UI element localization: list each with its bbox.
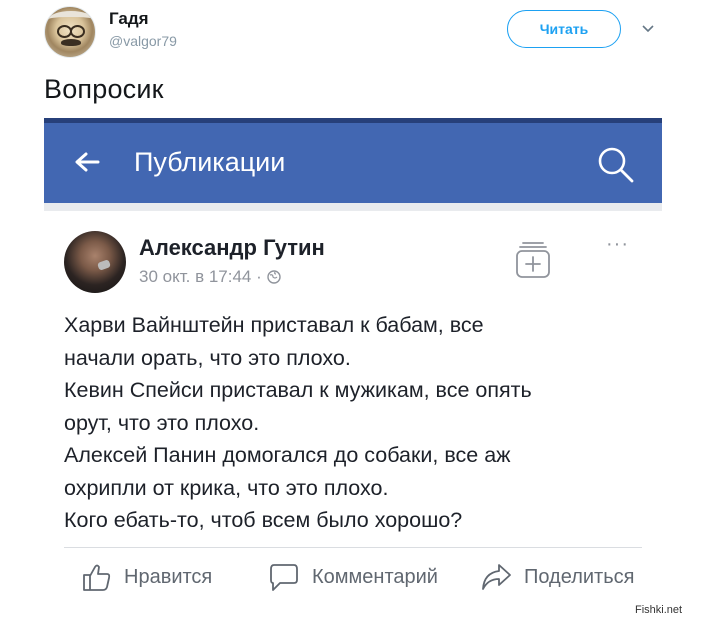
fb-header-title: Публикации: [134, 147, 286, 177]
thumbs-up-icon: [83, 564, 111, 591]
chevron-down-icon[interactable]: [641, 22, 655, 36]
post-line: Харви Вайнштейн приставал к бабам, все: [64, 313, 484, 337]
like-button: Нравится: [80, 561, 212, 593]
comment-icon: [270, 564, 298, 591]
fb-author-avatar: [64, 231, 126, 293]
globe-icon: [267, 270, 281, 284]
post-line: орут, что это плохо.: [64, 410, 260, 435]
avatar-mustache: [61, 39, 81, 46]
share-label: Поделиться: [524, 565, 635, 588]
comment-label: Комментарий: [312, 565, 438, 588]
embedded-screenshot[interactable]: Публикации Александр Гутин 30 окт. в 17:…: [44, 118, 662, 626]
fb-header-bar: Публикации: [44, 123, 662, 203]
avatar-glasses: [57, 25, 85, 38]
user-avatar[interactable]: [44, 6, 96, 58]
more-options-icon: ···: [606, 233, 629, 255]
like-label: Нравится: [124, 565, 213, 588]
divider: [64, 547, 642, 548]
follow-button[interactable]: Читать: [507, 10, 621, 48]
post-line: начали орать, что это плохо.: [64, 345, 351, 370]
watermark: Fishki.net: [635, 604, 683, 616]
save-post-icon: [516, 242, 550, 278]
post-line: Алексей Панин домогался до собаки, все а…: [64, 443, 511, 467]
author-name[interactable]: Гадя: [109, 9, 149, 29]
fb-post-meta: 30 окт. в 17:44 ·: [139, 267, 281, 287]
author-handle[interactable]: @valgor79: [109, 33, 177, 49]
post-line: Кого ебать-то, чтоб всем было хорошо?: [64, 508, 463, 532]
back-arrow-icon: [75, 152, 100, 172]
share-button: Поделиться: [480, 561, 634, 593]
search-icon: [598, 147, 634, 183]
post-line: охрипли от крика, что это плохо.: [64, 475, 389, 500]
fb-author-name: Александр Гутин: [139, 235, 325, 260]
post-line: Кевин Спейси приставал к мужикам, все оп…: [64, 378, 532, 402]
fb-post-text: Харви Вайнштейн приставал к бабам, все н…: [64, 309, 634, 537]
comment-button: Комментарий: [268, 561, 438, 593]
fb-post-card: Александр Гутин 30 окт. в 17:44 · ··· Ха…: [44, 211, 662, 626]
fb-timestamp: 30 окт. в 17:44 ·: [139, 267, 262, 286]
share-icon: [482, 564, 511, 590]
tweet-text: Вопросик: [44, 74, 164, 104]
